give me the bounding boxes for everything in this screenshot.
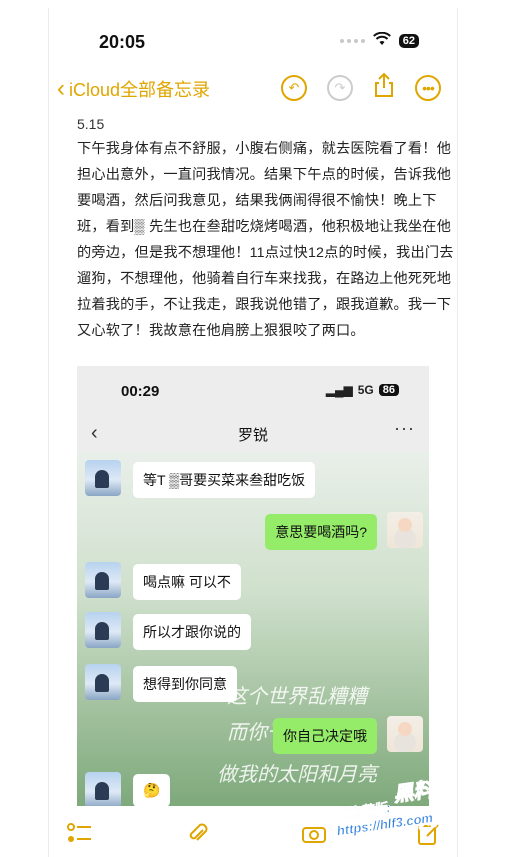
chat-message: 想得到你同意 [133,666,237,702]
signal-bars-icon: ▂▄▆ [325,383,353,397]
avatar [387,512,423,548]
chat-area: 等T ▒哥要买菜来叁甜吃饭 意思要喝酒吗? 喝点嘛 可以不 所以才跟你说的 想得… [77,452,429,806]
more-icon[interactable]: ••• [415,74,441,101]
back-label: iCloud全部备忘录 [69,80,211,100]
embedded-chat-screenshot[interactable]: 00:29 ▂▄▆ 5G 86 ‹ 罗锐 ··· 等T ▒哥要买菜来叁甜吃饭 意… [77,366,429,806]
chat-message: 意思要喝酒吗? [265,514,377,550]
share-icon[interactable] [373,72,395,103]
network-label: 5G [357,383,374,397]
battery-icon: 62 [398,34,419,48]
avatar [85,460,121,496]
chat-message: 🤔 [133,774,171,806]
avatar [85,562,121,598]
wifi-icon [372,31,391,50]
handwriting-line: 这个世界乱糟糟 [227,684,367,708]
camera-icon[interactable] [301,822,327,850]
note-body[interactable]: 下午我身体有点不舒服，小腹右侧痛，就去医院看了看！他担心出意外，一直问我情况。结… [77,136,457,344]
avatar [387,716,423,752]
chevron-left-icon: ‹ [57,75,65,102]
undo-icon[interactable]: ↶ [281,74,307,101]
avatar [85,664,121,700]
status-indicators: 62 [339,31,419,50]
screenshot-status-bar: 00:29 ▂▄▆ 5G 86 [77,366,429,416]
note-date[interactable]: 5.15 [77,116,104,132]
screenshot-time: 00:29 [121,383,160,400]
status-time: 20:05 [99,32,146,52]
nav-bar: ‹ iCloud全部备忘录 ↶ ↷ ••• [49,70,457,110]
chat-header: ‹ 罗锐 ··· [77,416,429,453]
redo-icon[interactable]: ↷ [327,74,353,101]
notes-screen: 20:05 62 ‹ iCloud全部备忘录 ↶ ↷ ••• 5.15 下午我身… [48,8,458,857]
chat-title: 罗锐 [237,427,268,444]
chat-message: 喝点嘛 可以不 [133,564,241,600]
avatar [85,772,121,806]
chat-message: 你自己决定哦 [273,718,377,754]
chat-more-icon: ··· [394,418,415,438]
screenshot-signal: ▂▄▆ 5G 86 [326,383,399,397]
screenshot-battery: 86 [378,384,399,396]
back-button[interactable]: ‹ iCloud全部备忘录 [57,76,210,102]
handwriting-line: 做我的太阳和月亮 [217,762,377,786]
checklist-icon[interactable] [67,822,93,850]
signal-icon [339,39,365,43]
nav-actions: ↶ ↷ ••• [281,72,441,103]
chat-message: 所以才跟你说的 [133,614,251,650]
paperclip-icon[interactable] [187,822,209,852]
avatar [85,612,121,648]
chat-message: 等T ▒哥要买菜来叁甜吃饭 [133,462,316,498]
